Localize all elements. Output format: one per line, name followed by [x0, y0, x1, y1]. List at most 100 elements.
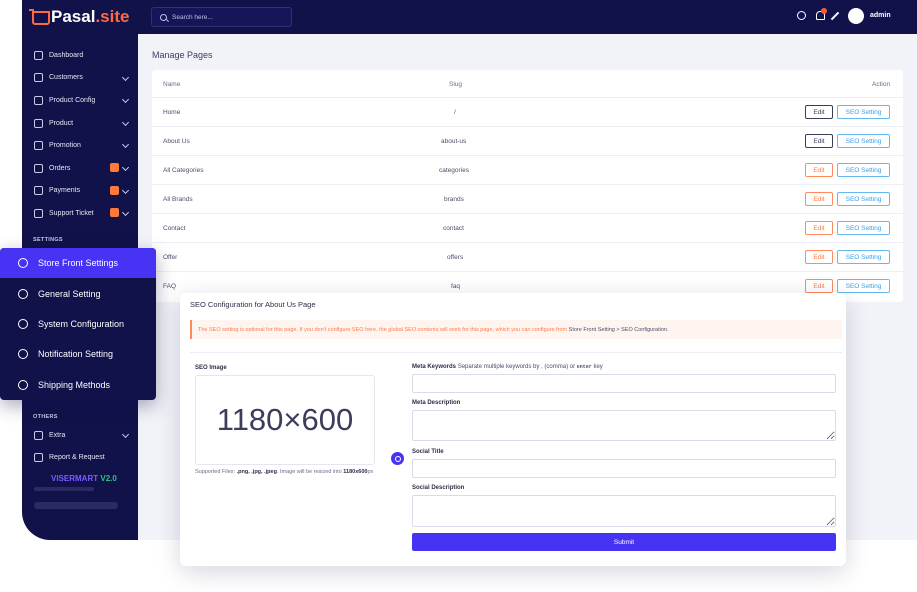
- extra-icon: [34, 430, 43, 440]
- edit-label: Edit: [813, 253, 825, 261]
- alert-badge-icon: [110, 162, 119, 172]
- menu-item-general-setting[interactable]: General Setting: [0, 278, 156, 308]
- sidebar-item-promotion[interactable]: Promotion: [22, 134, 138, 157]
- row-slug: categories: [439, 167, 469, 174]
- menu-item-system-configuration[interactable]: System Configuration: [0, 309, 156, 339]
- app-root: Pasal .site Dashboard Customers Product C…: [0, 0, 917, 592]
- edit-button[interactable]: Edit: [805, 250, 833, 264]
- column-header-name: Name: [163, 81, 181, 88]
- sidebar-item-label: Customers: [49, 74, 83, 82]
- meta-description-label: Meta Description: [412, 400, 461, 406]
- edit-button[interactable]: Edit: [805, 105, 833, 119]
- chevron-down-icon: [121, 118, 130, 126]
- row-name: Offer: [163, 254, 178, 261]
- supported-prefix: Supported Files:: [195, 469, 236, 475]
- box-icon: [34, 95, 43, 105]
- sidebar-item-product[interactable]: Product: [22, 112, 138, 135]
- bell-icon: [18, 349, 28, 360]
- sidebar-item-payments[interactable]: Payments: [22, 180, 138, 203]
- seo-setting-button[interactable]: SEO Setting: [837, 221, 890, 235]
- column-header-action: Action: [872, 81, 891, 88]
- meta-description-input[interactable]: [412, 410, 836, 441]
- edit-button[interactable]: Edit: [805, 163, 833, 177]
- search-input[interactable]: [172, 13, 282, 21]
- alert-link[interactable]: Store Front Setting > SEO Configuration.: [569, 327, 669, 333]
- row-name: Contact: [163, 225, 186, 232]
- sidebar-item-report-request[interactable]: Report & Request: [22, 447, 138, 470]
- product-icon: [34, 118, 43, 128]
- seo-image-preview: 1180×600: [195, 375, 375, 465]
- edit-button[interactable]: Edit: [805, 279, 833, 293]
- sidebar-item-extra[interactable]: Extra: [22, 424, 138, 447]
- menu-item-label: Store Front Settings: [38, 258, 119, 269]
- row-slug: faq: [451, 283, 461, 290]
- menu-item-notification-setting[interactable]: Notification Setting: [0, 339, 156, 369]
- section-label-settings: SETTINGS: [33, 237, 63, 243]
- wrench-icon[interactable]: [830, 11, 840, 21]
- menu-item-label: Notification Setting: [38, 349, 114, 360]
- seo-label: SEO Setting: [845, 137, 882, 145]
- seo-setting-button[interactable]: SEO Setting: [837, 279, 890, 293]
- seo-label: SEO Setting: [845, 253, 882, 261]
- chevron-down-icon: [121, 430, 130, 439]
- row-slug: /: [454, 109, 456, 116]
- sidebar-item-orders[interactable]: Orders: [22, 157, 138, 180]
- notification-badge: [821, 8, 827, 14]
- avatar[interactable]: [848, 8, 864, 24]
- seo-setting-button[interactable]: SEO Setting: [837, 250, 890, 264]
- alert-message: The SEO setting is optional for this pag…: [190, 320, 842, 339]
- store-icon: [18, 258, 28, 269]
- sidebar-nav-others: Extra Report & Request: [22, 424, 138, 469]
- menu-item-shipping-methods[interactable]: Shipping Methods: [0, 370, 156, 400]
- meta-keywords-comma: , (comma) or: [541, 364, 576, 370]
- seo-config-modal: SEO Configuration for About Us Page The …: [180, 293, 846, 566]
- logo[interactable]: Pasal .site: [29, 7, 129, 27]
- seo-setting-button[interactable]: SEO Setting: [837, 192, 890, 206]
- supported-files-text: Supported Files: .png, .jpg, .jpeg. Imag…: [195, 469, 373, 475]
- globe-icon[interactable]: [797, 11, 806, 20]
- brand-name: VISERMART: [51, 474, 99, 483]
- cart-icon: [29, 8, 50, 26]
- sidebar-item-support-ticket[interactable]: Support Ticket: [22, 202, 138, 225]
- meta-keywords-input[interactable]: [412, 374, 836, 393]
- topbar: admin: [138, 0, 917, 34]
- upload-icon[interactable]: [391, 452, 404, 465]
- edit-button[interactable]: Edit: [805, 134, 833, 148]
- user-name[interactable]: admin: [870, 12, 891, 19]
- sidebar-item-label: Payments: [49, 187, 81, 195]
- row-slug: brands: [444, 196, 464, 203]
- decor-bar: [34, 502, 118, 509]
- menu-item-store-front-settings[interactable]: Store Front Settings: [0, 248, 156, 279]
- table-row: Contact contact Edit SEO Setting: [152, 213, 903, 242]
- edit-button[interactable]: Edit: [805, 192, 833, 206]
- supported-types: .png, .jpg, .jpeg: [236, 469, 277, 475]
- search-box[interactable]: [151, 7, 292, 27]
- section-label-others: OTHERS: [33, 414, 58, 420]
- logo-text: Pasal: [51, 7, 96, 26]
- sidebar-nav: Dashboard Customers Product Config Produ…: [22, 44, 138, 225]
- row-slug: about-us: [441, 138, 467, 145]
- column-header-slug: Slug: [449, 81, 463, 88]
- users-icon: [34, 73, 43, 83]
- submit-button[interactable]: Submit: [412, 533, 836, 551]
- seo-setting-button[interactable]: SEO Setting: [837, 163, 890, 177]
- social-description-input[interactable]: [412, 495, 836, 527]
- meta-keywords-title: Meta Keywords: [412, 364, 457, 370]
- row-name: All Categories: [163, 167, 204, 174]
- home-icon: [34, 50, 43, 60]
- edit-button[interactable]: Edit: [805, 221, 833, 235]
- seo-setting-button[interactable]: SEO Setting: [837, 105, 890, 119]
- logo-suffix: .site: [95, 7, 130, 26]
- orders-icon: [34, 163, 43, 173]
- alert-badge-icon: [110, 208, 119, 218]
- sidebar-item-customers[interactable]: Customers: [22, 67, 138, 90]
- row-name: All Brands: [163, 196, 193, 203]
- social-title-input[interactable]: [412, 459, 836, 478]
- row-name: FAQ: [163, 283, 177, 290]
- menu-item-label: System Configuration: [38, 318, 125, 329]
- supported-size: 1180x600: [343, 469, 368, 475]
- seo-setting-button[interactable]: SEO Setting: [837, 134, 890, 148]
- sidebar-item-dashboard[interactable]: Dashboard: [22, 44, 138, 67]
- sidebar-item-product-config[interactable]: Product Config: [22, 89, 138, 112]
- sidebar-item-label: Product: [49, 119, 74, 127]
